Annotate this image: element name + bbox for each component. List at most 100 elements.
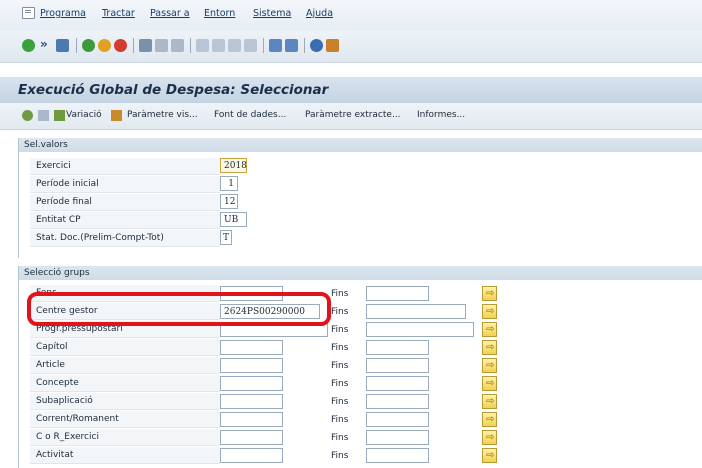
multiple-selection-button[interactable]: ⇨ xyxy=(482,412,497,427)
menu-entorn[interactable]: Entorn xyxy=(204,8,235,19)
exercici-field[interactable]: 2018 xyxy=(220,158,247,173)
multiple-selection-button[interactable]: ⇨ xyxy=(482,322,497,337)
multiple-selection-button[interactable]: ⇨ xyxy=(482,358,497,373)
arrow-right-icon: ⇨ xyxy=(486,432,495,443)
corrent-romanent-to-field[interactable] xyxy=(366,412,429,427)
menu-sistema[interactable]: Sistema xyxy=(253,8,291,19)
title-bar: Execució Global de Despesa: Seleccionar xyxy=(0,77,702,103)
print-icon[interactable] xyxy=(139,39,152,52)
save-icon[interactable] xyxy=(56,39,69,52)
fins-label: Fins xyxy=(331,325,349,335)
menu-icon[interactable] xyxy=(22,7,35,19)
font-dades-button[interactable]: Font de dades... xyxy=(214,110,286,120)
menu-passar-a[interactable]: Passar a xyxy=(150,8,190,19)
stat-doc-field[interactable]: T xyxy=(220,230,232,245)
fins-label: Fins xyxy=(331,397,349,407)
article-to-field[interactable] xyxy=(366,358,429,373)
arrow-right-icon: ⇨ xyxy=(486,396,495,407)
article-from-field[interactable] xyxy=(220,358,283,373)
command-field-toggle-icon[interactable]: » xyxy=(40,37,48,51)
entitat-cp-field[interactable]: UB xyxy=(220,212,247,227)
execute-icon[interactable] xyxy=(22,110,33,121)
shortcut-icon[interactable] xyxy=(285,39,298,52)
subaplicacio-from-field[interactable] xyxy=(220,394,283,409)
label-capitol: Capítol xyxy=(30,339,220,356)
menu-bar: Programa Tractar Passar a Entorn Sistema… xyxy=(0,0,702,30)
multiple-selection-button[interactable]: ⇨ xyxy=(482,376,497,391)
label-c-o-r-exercici: C o R_Exercici xyxy=(30,429,220,446)
toolbar-separator xyxy=(76,38,77,53)
arrow-right-icon: ⇨ xyxy=(486,288,495,299)
last-page-icon[interactable] xyxy=(244,39,257,52)
progr-pressupostari-to-field[interactable] xyxy=(366,322,474,337)
activitat-to-field[interactable] xyxy=(366,448,429,463)
centre-gestor-to-field[interactable] xyxy=(366,304,466,319)
subaplicacio-to-field[interactable] xyxy=(366,394,429,409)
arrow-right-icon: ⇨ xyxy=(486,414,495,425)
previous-page-icon[interactable] xyxy=(212,39,225,52)
fins-label: Fins xyxy=(331,289,349,299)
selvalors-header: Sel.valors xyxy=(19,138,702,152)
toolbar-separator xyxy=(133,38,134,53)
arrow-right-icon: ⇨ xyxy=(486,342,495,353)
arrow-right-icon: ⇨ xyxy=(486,324,495,335)
arrow-right-icon: ⇨ xyxy=(486,360,495,371)
highlight-annotation xyxy=(27,292,331,326)
multiple-selection-button[interactable]: ⇨ xyxy=(482,286,497,301)
exit-icon[interactable] xyxy=(98,39,111,52)
concepte-from-field[interactable] xyxy=(220,376,283,391)
variant-icon xyxy=(54,110,65,121)
parametre-extracte-button[interactable]: Paràmetre extracte... xyxy=(305,110,401,120)
find-next-icon[interactable] xyxy=(171,39,184,52)
periode-inicial-field[interactable]: 1 xyxy=(220,176,238,191)
fins-label: Fins xyxy=(331,451,349,461)
periode-final-field[interactable]: 12 xyxy=(220,194,238,209)
multiple-selection-button[interactable]: ⇨ xyxy=(482,304,497,319)
multiple-selection-button[interactable]: ⇨ xyxy=(482,340,497,355)
multiple-selection-button[interactable]: ⇨ xyxy=(482,448,497,463)
capitol-from-field[interactable] xyxy=(220,340,283,355)
label-activitat: Activitat xyxy=(30,447,220,464)
cancel-icon[interactable] xyxy=(114,39,127,52)
menu-programa[interactable]: Programa xyxy=(40,8,86,19)
copy-variant-icon[interactable] xyxy=(38,110,49,121)
parameters-icon xyxy=(111,110,122,121)
next-page-icon[interactable] xyxy=(228,39,241,52)
customize-layout-icon[interactable] xyxy=(326,39,339,52)
arrow-right-icon: ⇨ xyxy=(486,450,495,461)
variacio-button[interactable]: Variació xyxy=(66,110,102,120)
fins-label: Fins xyxy=(331,379,349,389)
fons-to-field[interactable] xyxy=(366,286,429,301)
corrent-romanent-from-field[interactable] xyxy=(220,412,283,427)
multiple-selection-button[interactable]: ⇨ xyxy=(482,430,497,445)
confirm-icon[interactable] xyxy=(22,39,35,52)
fins-label: Fins xyxy=(331,343,349,353)
menu-ajuda[interactable]: Ajuda xyxy=(306,8,333,19)
label-exercici: Exercici xyxy=(30,158,220,175)
activitat-from-field[interactable] xyxy=(220,448,283,463)
toolbar-separator xyxy=(263,38,264,53)
label-concepte: Concepte xyxy=(30,375,220,392)
menu-tractar[interactable]: Tractar xyxy=(102,8,135,19)
multiple-selection-button[interactable]: ⇨ xyxy=(482,394,497,409)
find-icon[interactable] xyxy=(155,39,168,52)
fins-label: Fins xyxy=(331,415,349,425)
label-stat-doc: Stat. Doc.(Prelim-Compt-Tot) xyxy=(30,230,220,247)
c-o-r-exercici-from-field[interactable] xyxy=(220,430,283,445)
fins-label: Fins xyxy=(331,433,349,443)
label-entitat-cp: Entitat CP xyxy=(30,212,220,229)
help-icon[interactable] xyxy=(310,39,323,52)
first-page-icon[interactable] xyxy=(196,39,209,52)
c-o-r-exercici-to-field[interactable] xyxy=(366,430,429,445)
concepte-to-field[interactable] xyxy=(366,376,429,391)
label-periode-final: Període final xyxy=(30,194,220,211)
label-periode-inicial: Període inicial xyxy=(30,176,220,193)
arrow-right-icon: ⇨ xyxy=(486,306,495,317)
back-icon[interactable] xyxy=(82,39,95,52)
toolbar-separator xyxy=(190,38,191,53)
parametre-vis-button[interactable]: Paràmetre vis... xyxy=(127,110,198,120)
new-session-icon[interactable] xyxy=(269,39,282,52)
fins-label: Fins xyxy=(331,307,349,317)
capitol-to-field[interactable] xyxy=(366,340,429,355)
informes-button[interactable]: Informes... xyxy=(417,110,465,120)
